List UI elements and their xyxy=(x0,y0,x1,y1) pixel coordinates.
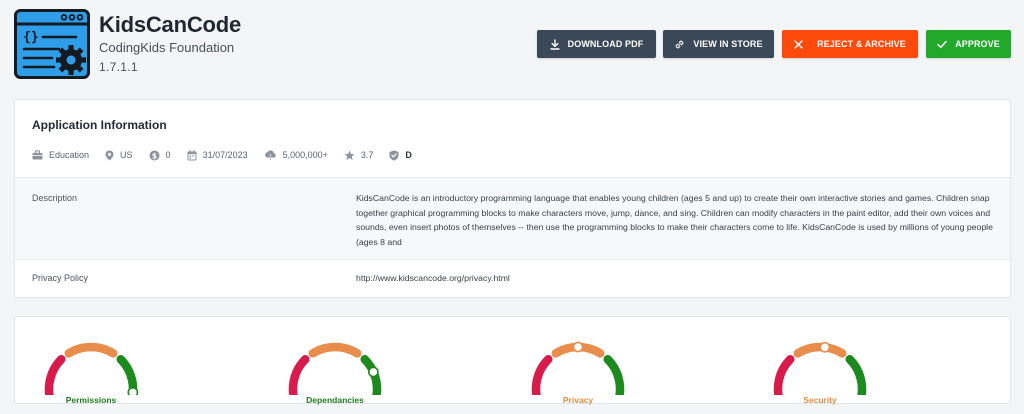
date-value: 31/07/2023 xyxy=(202,150,248,160)
dollar-coin-icon: $ xyxy=(149,150,160,160)
gauge-label: Security xyxy=(803,395,837,405)
app-version: 1.7.1.1 xyxy=(99,60,138,74)
gauge-high-segment xyxy=(603,355,625,395)
gauge-indicator-knob xyxy=(367,366,379,378)
score-gauges-card: Permissions Dependancies Privacy Securit… xyxy=(14,316,1011,405)
view-in-store-label: VIEW IN STORE xyxy=(693,39,763,49)
privacy-policy-label: Privacy Policy xyxy=(32,273,89,283)
section-title: Application Information xyxy=(32,118,167,132)
svg-text:{}: {} xyxy=(23,30,39,45)
gauge-indicator-knob xyxy=(127,386,139,395)
gauge-label: Dependancies xyxy=(306,395,364,405)
download-pdf-button[interactable]: DOWNLOAD PDF xyxy=(537,30,656,58)
description-row: Description KidsCanCode is an introducto… xyxy=(15,177,1010,259)
rating-value: 3.7 xyxy=(360,150,374,160)
application-information-card: Application Information Education US $ 0… xyxy=(14,99,1011,298)
close-icon xyxy=(794,39,803,49)
app-header: {} KidsCanCode CodingKids Foundation 1.7… xyxy=(0,0,1024,90)
download-pdf-label: DOWNLOAD PDF xyxy=(567,39,644,49)
gauge-low-segment xyxy=(531,355,553,395)
gauge-dial xyxy=(773,341,867,395)
privacy-policy-link[interactable]: http://www.kidscancode.org/privacy.html xyxy=(356,273,510,283)
meta-category: Education xyxy=(32,150,89,160)
reject-archive-button[interactable]: REJECT & ARCHIVE xyxy=(782,30,918,58)
gauge-low-segment xyxy=(44,355,66,395)
meta-downloads: 5,000,000+ xyxy=(264,149,328,161)
gauge-mid-segment xyxy=(64,342,118,358)
gauge-high-segment xyxy=(845,355,867,395)
country-value: US xyxy=(120,150,133,160)
gauge-dial xyxy=(288,342,382,395)
gauge-dependancies: Dependancies xyxy=(280,333,390,405)
download-icon xyxy=(549,38,560,50)
meta-price: $ 0 xyxy=(149,150,171,161)
gauge-indicator-knob xyxy=(819,341,831,353)
gauge-security: Security xyxy=(765,333,875,405)
briefcase-icon xyxy=(32,150,43,160)
calendar-icon xyxy=(187,149,197,160)
gauge-mid-segment xyxy=(308,342,362,358)
privacy-policy-row: Privacy Policy http://www.kidscancode.or… xyxy=(15,259,1010,298)
gauge-low-segment xyxy=(773,355,795,395)
code-settings-icon: {} xyxy=(14,9,90,79)
gauge-high-segment xyxy=(360,355,382,395)
cloud-download-icon xyxy=(264,149,276,161)
app-developer: CodingKids Foundation xyxy=(99,40,235,55)
map-pin-icon xyxy=(105,150,114,160)
downloads-value: 5,000,000+ xyxy=(282,150,328,160)
app-name: KidsCanCode xyxy=(99,12,242,37)
svg-text:$: $ xyxy=(151,151,156,160)
price-value: 0 xyxy=(165,150,171,160)
approve-button[interactable]: APPROVE xyxy=(926,30,1011,58)
reject-archive-label: REJECT & ARCHIVE xyxy=(817,39,906,49)
app-meta-row: Education US $ 0 31/07/2023 5,000,000+ 3… xyxy=(32,149,428,161)
description-label: Description xyxy=(32,193,78,203)
meta-date: 31/07/2023 xyxy=(187,149,248,161)
gauge-indicator-knob xyxy=(572,341,584,353)
approve-label: APPROVE xyxy=(955,39,1000,49)
meta-grade: D xyxy=(389,149,412,161)
meta-country: US xyxy=(105,150,133,161)
checkmark-icon xyxy=(937,40,947,48)
gauge-dial xyxy=(531,341,625,395)
gauge-privacy: Privacy xyxy=(523,333,633,405)
view-in-store-button[interactable]: VIEW IN STORE xyxy=(663,30,774,58)
gauge-label: Permissions xyxy=(65,395,117,405)
gauge-dial xyxy=(44,342,139,395)
description-text: KidsCanCode is an introductory programmi… xyxy=(356,193,993,247)
meta-rating: 3.7 xyxy=(344,150,374,161)
gauge-label: Privacy xyxy=(562,395,594,405)
star-icon xyxy=(344,150,355,160)
grade-value: D xyxy=(405,150,412,160)
link-icon xyxy=(676,40,684,48)
category-value: Education xyxy=(49,150,90,160)
gauge-permissions: Permissions xyxy=(36,333,146,405)
shield-check-icon xyxy=(389,149,399,161)
gauge-low-segment xyxy=(288,355,310,395)
